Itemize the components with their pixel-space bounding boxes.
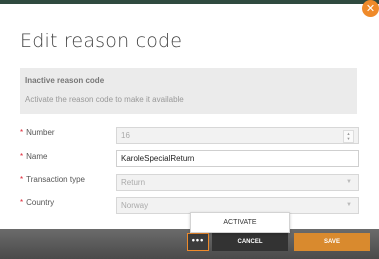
- dialog-title: Edit reason code: [20, 30, 183, 52]
- chevron-down-icon: ▼: [346, 202, 352, 208]
- number-label-text: Number: [26, 128, 55, 137]
- transaction-type-select[interactable]: Return ▼: [116, 174, 359, 191]
- notice-title: Inactive reason code: [25, 76, 105, 85]
- country-label: * Country: [20, 198, 54, 207]
- more-options-menu: ACTIVATE: [190, 212, 290, 233]
- number-value: 16: [121, 131, 130, 140]
- transaction-type-label-text: Transaction type: [26, 175, 85, 184]
- close-button[interactable]: ✕: [362, 0, 379, 17]
- more-options-button[interactable]: •••: [187, 233, 209, 251]
- chevron-down-icon: ▼: [346, 179, 352, 185]
- transaction-type-value: Return: [121, 178, 146, 187]
- transaction-type-label: * Transaction type: [20, 175, 85, 184]
- name-value: KaroleSpecialReturn: [121, 154, 195, 163]
- save-button[interactable]: SAVE: [294, 233, 370, 251]
- required-marker: *: [20, 152, 24, 161]
- close-icon: ✕: [365, 2, 376, 15]
- cancel-button[interactable]: CANCEL: [212, 233, 288, 251]
- notice-text: Activate the reason code to make it avai…: [25, 95, 184, 104]
- required-marker: *: [20, 175, 24, 184]
- number-stepper[interactable]: ▲ ▼: [343, 130, 354, 143]
- required-marker: *: [20, 128, 24, 137]
- name-label-text: Name: [26, 152, 48, 161]
- country-value: Norway: [121, 201, 149, 210]
- country-label-text: Country: [26, 198, 55, 207]
- name-label: * Name: [20, 152, 47, 161]
- required-marker: *: [20, 198, 24, 207]
- name-input[interactable]: KaroleSpecialReturn: [116, 150, 359, 167]
- top-bar: [0, 0, 379, 4]
- inactive-notice: Inactive reason code Activate the reason…: [20, 68, 357, 114]
- activate-menu-item[interactable]: ACTIVATE: [191, 213, 289, 232]
- number-label: * Number: [20, 128, 55, 137]
- number-field[interactable]: 16 ▲ ▼: [116, 127, 359, 144]
